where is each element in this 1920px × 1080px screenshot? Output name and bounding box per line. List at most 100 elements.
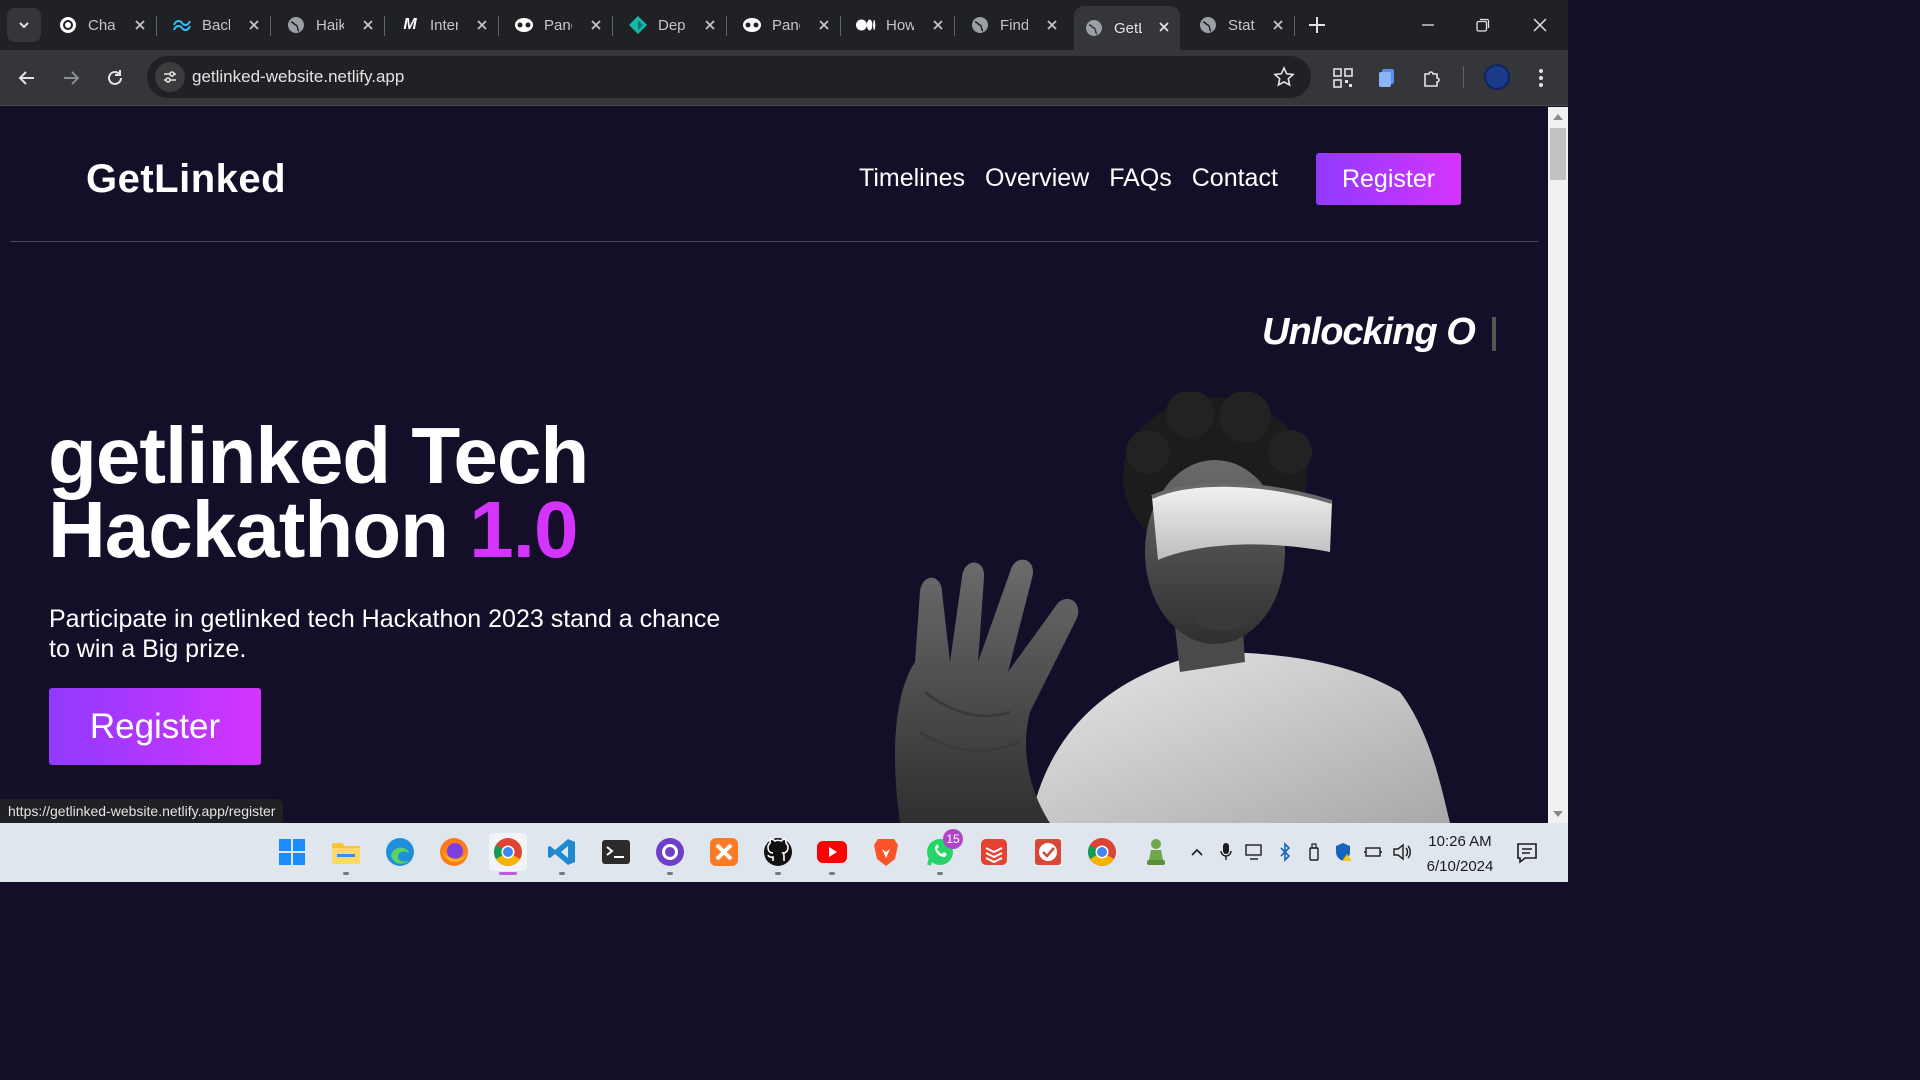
- close-icon[interactable]: [132, 17, 148, 33]
- tray-display[interactable]: [1244, 841, 1266, 863]
- tab-find[interactable]: Find: [960, 6, 1068, 44]
- header-register-button[interactable]: Register: [1316, 153, 1461, 205]
- checkmark-app-icon: [1035, 839, 1061, 865]
- taskbar-todoist[interactable]: [975, 833, 1013, 871]
- hero-vr-person-image: [895, 392, 1450, 823]
- notification-center-icon[interactable]: [1515, 841, 1539, 865]
- typing-cursor: [1492, 317, 1496, 351]
- tab-panda-1[interactable]: Panda: [504, 6, 613, 44]
- close-icon[interactable]: [588, 17, 604, 33]
- minimize-button[interactable]: [1413, 10, 1443, 40]
- close-icon[interactable]: [930, 17, 946, 33]
- address-bar[interactable]: getlinked-website.netlify.app: [147, 56, 1311, 98]
- nav-faqs[interactable]: FAQs: [1109, 164, 1172, 193]
- tab-title: How: [886, 16, 914, 34]
- taskbar-firefox[interactable]: [435, 833, 473, 871]
- tray-volume[interactable]: [1391, 841, 1413, 863]
- taskbar-file-explorer[interactable]: [327, 833, 365, 875]
- tab-haiku[interactable]: Haiku: [276, 6, 385, 44]
- hero-title-line1: getlinked Tech: [48, 411, 589, 500]
- close-icon[interactable]: [246, 17, 262, 33]
- tab-backgrounds[interactable]: Backgrounds: [162, 6, 271, 44]
- shield-warning-icon: [1336, 843, 1352, 861]
- taskbar-tick-app[interactable]: [1029, 833, 1067, 871]
- nav-overview[interactable]: Overview: [985, 164, 1089, 193]
- close-icon[interactable]: [474, 17, 490, 33]
- tab-title: Deploy: [658, 16, 686, 34]
- taskbar-terminal[interactable]: [597, 833, 635, 871]
- tab-title: Panda: [544, 16, 572, 34]
- reload-icon: [108, 70, 122, 85]
- tray-network[interactable]: [1362, 841, 1384, 863]
- taskbar-clock[interactable]: 10:26 AM 6/10/2024: [1420, 829, 1500, 879]
- close-icon[interactable]: [702, 17, 718, 33]
- tab-title: Interview: [430, 16, 458, 34]
- tab-how[interactable]: How: [846, 6, 955, 44]
- page-scrollbar[interactable]: [1548, 107, 1568, 823]
- menu-button[interactable]: [1527, 64, 1555, 92]
- tab-getlinked[interactable]: GetLinked: [1074, 6, 1180, 50]
- brave-icon: [874, 839, 898, 866]
- close-icon[interactable]: [1044, 17, 1060, 33]
- document-extension-icon: [1379, 69, 1394, 87]
- github-desktop-icon: [656, 838, 684, 866]
- qr-code-button[interactable]: [1329, 64, 1357, 92]
- tab-search-button[interactable]: [7, 8, 41, 42]
- restore-button[interactable]: [1468, 10, 1498, 40]
- taskbar-xampp[interactable]: [705, 833, 743, 871]
- nav-timelines[interactable]: Timelines: [859, 164, 965, 193]
- bookmark-star-icon[interactable]: [1273, 66, 1295, 88]
- web-page: GetLinked Timelines Overview FAQs Contac…: [0, 107, 1548, 823]
- taskbar-chrome-profile[interactable]: [1083, 833, 1121, 871]
- site-logo[interactable]: GetLinked: [86, 157, 286, 202]
- profile-avatar[interactable]: [1484, 64, 1510, 90]
- tray-usb[interactable]: [1303, 841, 1325, 863]
- close-icon[interactable]: [816, 17, 832, 33]
- taskbar-github[interactable]: [759, 833, 797, 875]
- tab-deploy[interactable]: Deploy: [618, 6, 727, 44]
- tray-security[interactable]: [1333, 841, 1355, 863]
- tab-stat[interactable]: Stat: [1188, 6, 1295, 44]
- taskbar-chess[interactable]: [1137, 833, 1175, 871]
- link-status-bar: https://getlinked-website.netlify.app/re…: [0, 799, 284, 823]
- start-button[interactable]: [273, 833, 311, 871]
- taskbar-vscode[interactable]: [543, 833, 581, 875]
- chevron-up-icon: [1191, 848, 1203, 856]
- extensions-button[interactable]: [1418, 64, 1446, 92]
- close-icon[interactable]: [360, 17, 376, 33]
- taskbar-edge[interactable]: [381, 833, 419, 871]
- site-info-button[interactable]: [155, 62, 185, 92]
- taskbar-brave[interactable]: [867, 833, 905, 871]
- scroll-down-arrow-icon[interactable]: [1552, 809, 1564, 819]
- arrow-right-icon: [64, 71, 80, 85]
- nav-contact[interactable]: Contact: [1192, 164, 1278, 193]
- taskbar-chrome[interactable]: [489, 833, 527, 875]
- tab-title: GetLinked: [1114, 19, 1142, 37]
- close-window-button[interactable]: [1525, 10, 1555, 40]
- close-icon[interactable]: [1270, 17, 1286, 33]
- back-button[interactable]: [11, 62, 43, 94]
- tab-interview[interactable]: M Interview: [390, 6, 499, 44]
- hero-register-button[interactable]: Register: [49, 688, 261, 765]
- tray-bluetooth[interactable]: [1274, 841, 1296, 863]
- browser-tab-strip: ChatGPT Backgrounds Haiku M Interview Pa…: [0, 0, 1568, 50]
- taskbar-github-desktop[interactable]: [651, 833, 689, 875]
- hero-title: getlinked Tech Hackathon 1.0: [48, 411, 589, 570]
- tray-microphone[interactable]: [1215, 841, 1237, 863]
- scroll-thumb[interactable]: [1550, 128, 1566, 180]
- tab-chatgpt[interactable]: ChatGPT: [48, 6, 157, 44]
- tray-overflow-button[interactable]: [1186, 841, 1208, 863]
- tab-panda-2[interactable]: Panda: [732, 6, 841, 44]
- scroll-up-arrow-icon[interactable]: [1552, 112, 1564, 122]
- reload-button[interactable]: [99, 62, 131, 94]
- tagline-typing: Unlocking O: [1262, 311, 1476, 353]
- taskbar-youtube[interactable]: [813, 833, 851, 875]
- extension-docs-button[interactable]: [1373, 64, 1401, 92]
- new-tab-button[interactable]: [1304, 12, 1330, 38]
- close-icon[interactable]: [1156, 19, 1172, 35]
- windows-start-icon: [279, 839, 305, 865]
- url-text[interactable]: getlinked-website.netlify.app: [192, 67, 404, 87]
- chrome-icon: [494, 838, 522, 866]
- forward-button[interactable]: [55, 62, 87, 94]
- taskbar-whatsapp[interactable]: 15: [921, 829, 963, 875]
